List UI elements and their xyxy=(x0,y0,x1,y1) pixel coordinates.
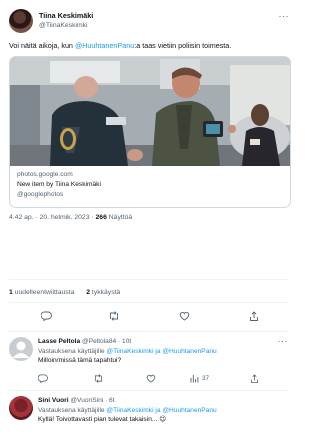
like-icon[interactable] xyxy=(177,310,191,322)
reply-body: Sini Vuori @VuoriSini · 6t Vastauksena k… xyxy=(38,396,288,425)
replying-to: Vastauksena käyttäjille @TiinaKeskimki j… xyxy=(38,347,288,357)
retweet-icon[interactable] xyxy=(93,374,104,383)
reply-author-name: Lasse Peltola xyxy=(38,338,81,345)
like-icon[interactable] xyxy=(146,374,156,383)
reply-body: Lasse Peltola @Peltola84 · 10t Vastaukse… xyxy=(38,337,288,366)
tweet-stats: 1 uudelleentwiittausta 2 tykkäystä xyxy=(9,289,130,296)
reply-text: Kyllä! Toivottavasti pian tulevat takais… xyxy=(38,416,167,423)
replying-to: Vastauksena käyttäjille @TiinaKeskimki j… xyxy=(38,406,288,416)
views-count: 266 xyxy=(95,214,107,221)
reply-author[interactable]: Lasse Peltola @Peltola84 · 10t xyxy=(38,337,288,347)
replying-to-mentions[interactable]: @TiinaKeskimki ja @HuuhtanenPanu xyxy=(106,407,216,414)
author-handle[interactable]: @TiinaKeskimki xyxy=(39,22,88,29)
more-icon[interactable]: ··· xyxy=(279,11,290,21)
views-label: Näyttöä xyxy=(106,214,133,221)
divider xyxy=(9,302,289,303)
tweet-actions xyxy=(9,310,289,322)
card-domain: photos.google.com xyxy=(17,171,73,178)
tweet-timestamp: 4.42 ap. · 20. helmik. 2023 · 266 Näyttö… xyxy=(9,214,132,221)
share-icon[interactable] xyxy=(250,374,259,384)
avatar[interactable] xyxy=(9,396,33,420)
reply-icon[interactable] xyxy=(38,374,48,383)
likes-stat[interactable]: 2 tykkäystä xyxy=(86,289,120,296)
tweet-time[interactable]: 4.42 ap. · 20. helmik. 2023 · xyxy=(9,214,96,221)
replying-to-prefix: Vastauksena käyttäjille xyxy=(38,347,107,355)
reply-author-meta: @Peltola84 · 10t xyxy=(80,338,132,345)
tweet-text: Voi näitä aikoja, kun @HuuhtanenPanu:a t… xyxy=(9,41,289,51)
retweet-icon[interactable] xyxy=(107,310,121,322)
replying-to-prefix: Vastauksena käyttäjille xyxy=(38,406,107,414)
views-icon xyxy=(190,375,199,383)
likes-label: tykkäystä xyxy=(90,289,121,296)
retweets-stat[interactable]: 1 uudelleentwiittausta xyxy=(9,289,74,296)
reply-icon[interactable] xyxy=(39,310,53,322)
replying-to-mentions[interactable]: @TiinaKeskimki ja @HuuhtanenPanu xyxy=(106,348,216,355)
reply-text: Milloin/missä tämä tapahtui? xyxy=(38,357,122,364)
retweets-label: uudelleentwiittausta xyxy=(12,289,75,296)
tweet-text-start: Voi näitä aikoja, kun xyxy=(9,41,75,50)
share-icon[interactable] xyxy=(247,310,261,322)
views-stat[interactable]: 37 xyxy=(190,374,209,383)
reply-actions: 37 xyxy=(38,374,288,385)
reply-author-name: Sini Vuori xyxy=(38,397,69,404)
more-icon[interactable]: ··· xyxy=(278,336,289,346)
reply-author-meta: @VuoriSini · 6t xyxy=(68,397,115,404)
tweet-header: Tiina Keskimäki @TiinaKeskimki ··· xyxy=(9,9,289,35)
card-source: @googlephotos xyxy=(17,191,64,198)
card-photo[interactable] xyxy=(10,57,290,166)
reply-author[interactable]: Sini Vuori @VuoriSini · 6t xyxy=(38,396,288,406)
divider xyxy=(9,390,289,391)
reply-item[interactable]: Sini Vuori @VuoriSini · 6t Vastauksena k… xyxy=(0,396,297,435)
author-name[interactable]: Tiina Keskimäki xyxy=(39,11,93,20)
card-meta: photos.google.com New item by Tiina Kesk… xyxy=(17,170,101,200)
mention-link[interactable]: @HuuhtanenPanu xyxy=(75,41,134,50)
reply-item[interactable]: Lasse Peltola @Peltola84 · 10t Vastaukse… xyxy=(0,336,297,393)
avatar[interactable] xyxy=(9,9,33,33)
tweet-text-end: :a taas vietiin poliisin toimesta. xyxy=(134,41,232,50)
default-avatar-icon xyxy=(12,341,30,358)
divider xyxy=(9,331,289,332)
reply-views-count: 37 xyxy=(202,375,210,382)
link-card[interactable]: photos.google.com New item by Tiina Kesk… xyxy=(9,56,291,208)
divider xyxy=(9,279,289,280)
avatar[interactable] xyxy=(9,337,33,361)
card-title[interactable]: New item by Tiina Keskimäki xyxy=(17,180,101,190)
